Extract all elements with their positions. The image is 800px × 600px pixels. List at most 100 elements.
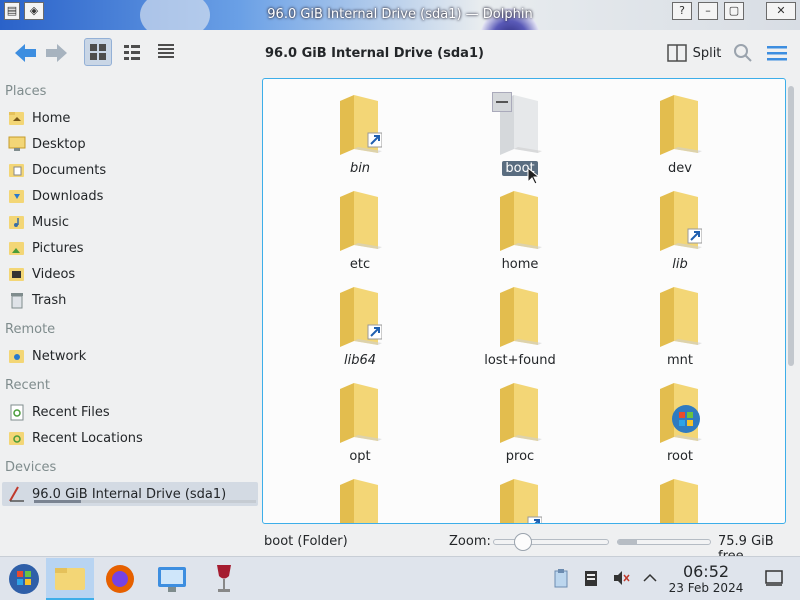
free-space-bar <box>617 539 711 545</box>
file-item[interactable]: dev <box>625 83 735 179</box>
music-folder-icon <box>8 213 26 231</box>
file-item-label: lib64 <box>305 353 415 368</box>
clock-date: 23 Feb 2024 <box>668 581 744 595</box>
minimize-icon[interactable]: – <box>698 2 718 20</box>
close-icon[interactable]: ✕ <box>766 2 796 20</box>
split-view-icon <box>666 44 687 62</box>
taskbar-wine[interactable] <box>200 558 248 600</box>
sidebar-item-recent-files[interactable]: Recent Files <box>2 400 258 424</box>
file-item[interactable] <box>465 467 575 523</box>
tray-expand[interactable] <box>640 567 660 589</box>
maximize-icon[interactable]: ▢ <box>724 2 744 20</box>
file-name: etc <box>349 257 371 272</box>
sidebar-item-downloads[interactable]: Downloads <box>2 184 258 208</box>
file-item[interactable]: mnt <box>625 275 735 371</box>
icons-view-button[interactable] <box>84 38 112 66</box>
sidebar-item-label: Home <box>32 110 71 126</box>
file-name: lib64 <box>343 353 377 368</box>
clock[interactable]: 06:52 23 Feb 2024 <box>662 563 750 596</box>
file-item[interactable]: home <box>465 179 575 275</box>
tray-volume[interactable] <box>611 567 631 589</box>
sidebar-item-music[interactable]: Music <box>2 210 258 234</box>
file-name: mnt <box>667 353 693 368</box>
scrollbar[interactable] <box>786 78 796 524</box>
taskbar-system-settings[interactable] <box>148 558 196 600</box>
search-button[interactable] <box>730 38 756 68</box>
tray-notes[interactable] <box>581 567 601 589</box>
zoom-slider[interactable] <box>493 533 609 551</box>
drive-icon <box>8 485 26 503</box>
file-item[interactable]: bin <box>305 83 415 179</box>
device-usage-bar <box>34 500 256 503</box>
network-folder-icon <box>8 347 26 365</box>
taskbar-dolphin[interactable] <box>46 558 94 600</box>
selection-status: boot (Folder) <box>264 534 348 549</box>
sidebar-item-desktop[interactable]: Desktop <box>2 132 258 156</box>
hamburger-icon <box>767 46 787 61</box>
search-icon <box>734 44 752 62</box>
documents-folder-icon <box>8 161 26 179</box>
recent-section-title: Recent <box>5 378 50 393</box>
file-item[interactable]: lib <box>625 179 735 275</box>
start-orb-icon <box>9 564 39 594</box>
split-button[interactable]: Split <box>664 38 724 68</box>
recent-locations-icon <box>8 429 26 447</box>
file-item[interactable]: lib64 <box>305 275 415 371</box>
taskbar-firefox[interactable] <box>96 558 144 600</box>
file-item[interactable]: boot <box>465 83 575 185</box>
file-name: lost+found <box>484 353 556 368</box>
location-label: 96.0 GiB Internal Drive (sda1) <box>265 46 484 61</box>
tray-clipboard[interactable] <box>551 567 571 589</box>
file-item[interactable]: etc <box>305 179 415 275</box>
show-desktop-icon <box>765 570 783 586</box>
file-item[interactable]: proc <box>465 371 575 467</box>
volume-muted-icon <box>614 571 630 585</box>
sidebar-item-documents[interactable]: Documents <box>2 158 258 182</box>
details-view-button[interactable] <box>152 38 180 66</box>
show-desktop-button[interactable] <box>764 567 784 589</box>
folder-icon <box>340 383 382 443</box>
hamburger-menu-button[interactable] <box>764 38 790 68</box>
compact-view-button[interactable] <box>118 38 146 66</box>
file-item[interactable]: lost+found <box>465 275 575 371</box>
status-bar: boot (Folder) Zoom: 75.9 GiB free <box>0 526 800 564</box>
title-bar[interactable]: ▤ ◈ 96.0 GiB Internal Drive (sda1) — Dol… <box>0 0 800 30</box>
clipboard-icon <box>554 569 568 588</box>
recent-files-icon <box>8 403 26 421</box>
sidebar-item-recent-locations[interactable]: Recent Locations <box>2 426 258 450</box>
start-menu-button[interactable] <box>0 558 48 600</box>
sidebar-item-videos[interactable]: Videos <box>2 262 258 286</box>
sidebar-item-label: Network <box>32 348 87 364</box>
sidebar-item-label: Documents <box>32 162 107 178</box>
file-item[interactable]: opt <box>305 371 415 467</box>
file-item-label: mnt <box>625 353 735 368</box>
zoom-slider-handle[interactable] <box>514 533 532 551</box>
sidebar-item-home[interactable]: Home <box>2 106 258 130</box>
sidebar-item-internal-drive[interactable]: 96.0 GiB Internal Drive (sda1) <box>2 482 258 506</box>
back-button[interactable] <box>10 38 40 68</box>
sidebar-item-network[interactable]: Network <box>2 344 258 368</box>
help-icon[interactable]: ? <box>672 2 692 20</box>
sidebar-item-trash[interactable]: Trash <box>2 288 258 312</box>
file-item-label: lost+found <box>465 353 575 368</box>
file-view[interactable]: bin boot dev etc home lib lib64 lost+found mnt op… <box>262 78 786 524</box>
pictures-folder-icon <box>8 239 26 257</box>
scrollbar-thumb[interactable] <box>788 86 794 366</box>
back-arrow-icon <box>15 44 36 62</box>
file-item[interactable] <box>305 467 415 523</box>
file-item[interactable] <box>625 467 735 523</box>
sidebar-item-label: Music <box>32 214 69 230</box>
file-item-label: dev <box>625 161 735 176</box>
file-item-label: lib <box>625 257 735 272</box>
sidebar-item-label: Pictures <box>32 240 84 256</box>
notes-icon <box>585 571 597 586</box>
folder-icon <box>500 287 542 347</box>
forward-button[interactable] <box>42 38 72 68</box>
devices-section-title: Devices <box>5 460 57 475</box>
wine-glass-icon <box>217 565 231 592</box>
sidebar-item-pictures[interactable]: Pictures <box>2 236 258 260</box>
deselect-toggle-icon[interactable] <box>492 92 512 112</box>
sidebar-item-label: Recent Locations <box>32 430 143 446</box>
file-item[interactable]: root <box>625 371 735 467</box>
file-item-label: home <box>465 257 575 272</box>
